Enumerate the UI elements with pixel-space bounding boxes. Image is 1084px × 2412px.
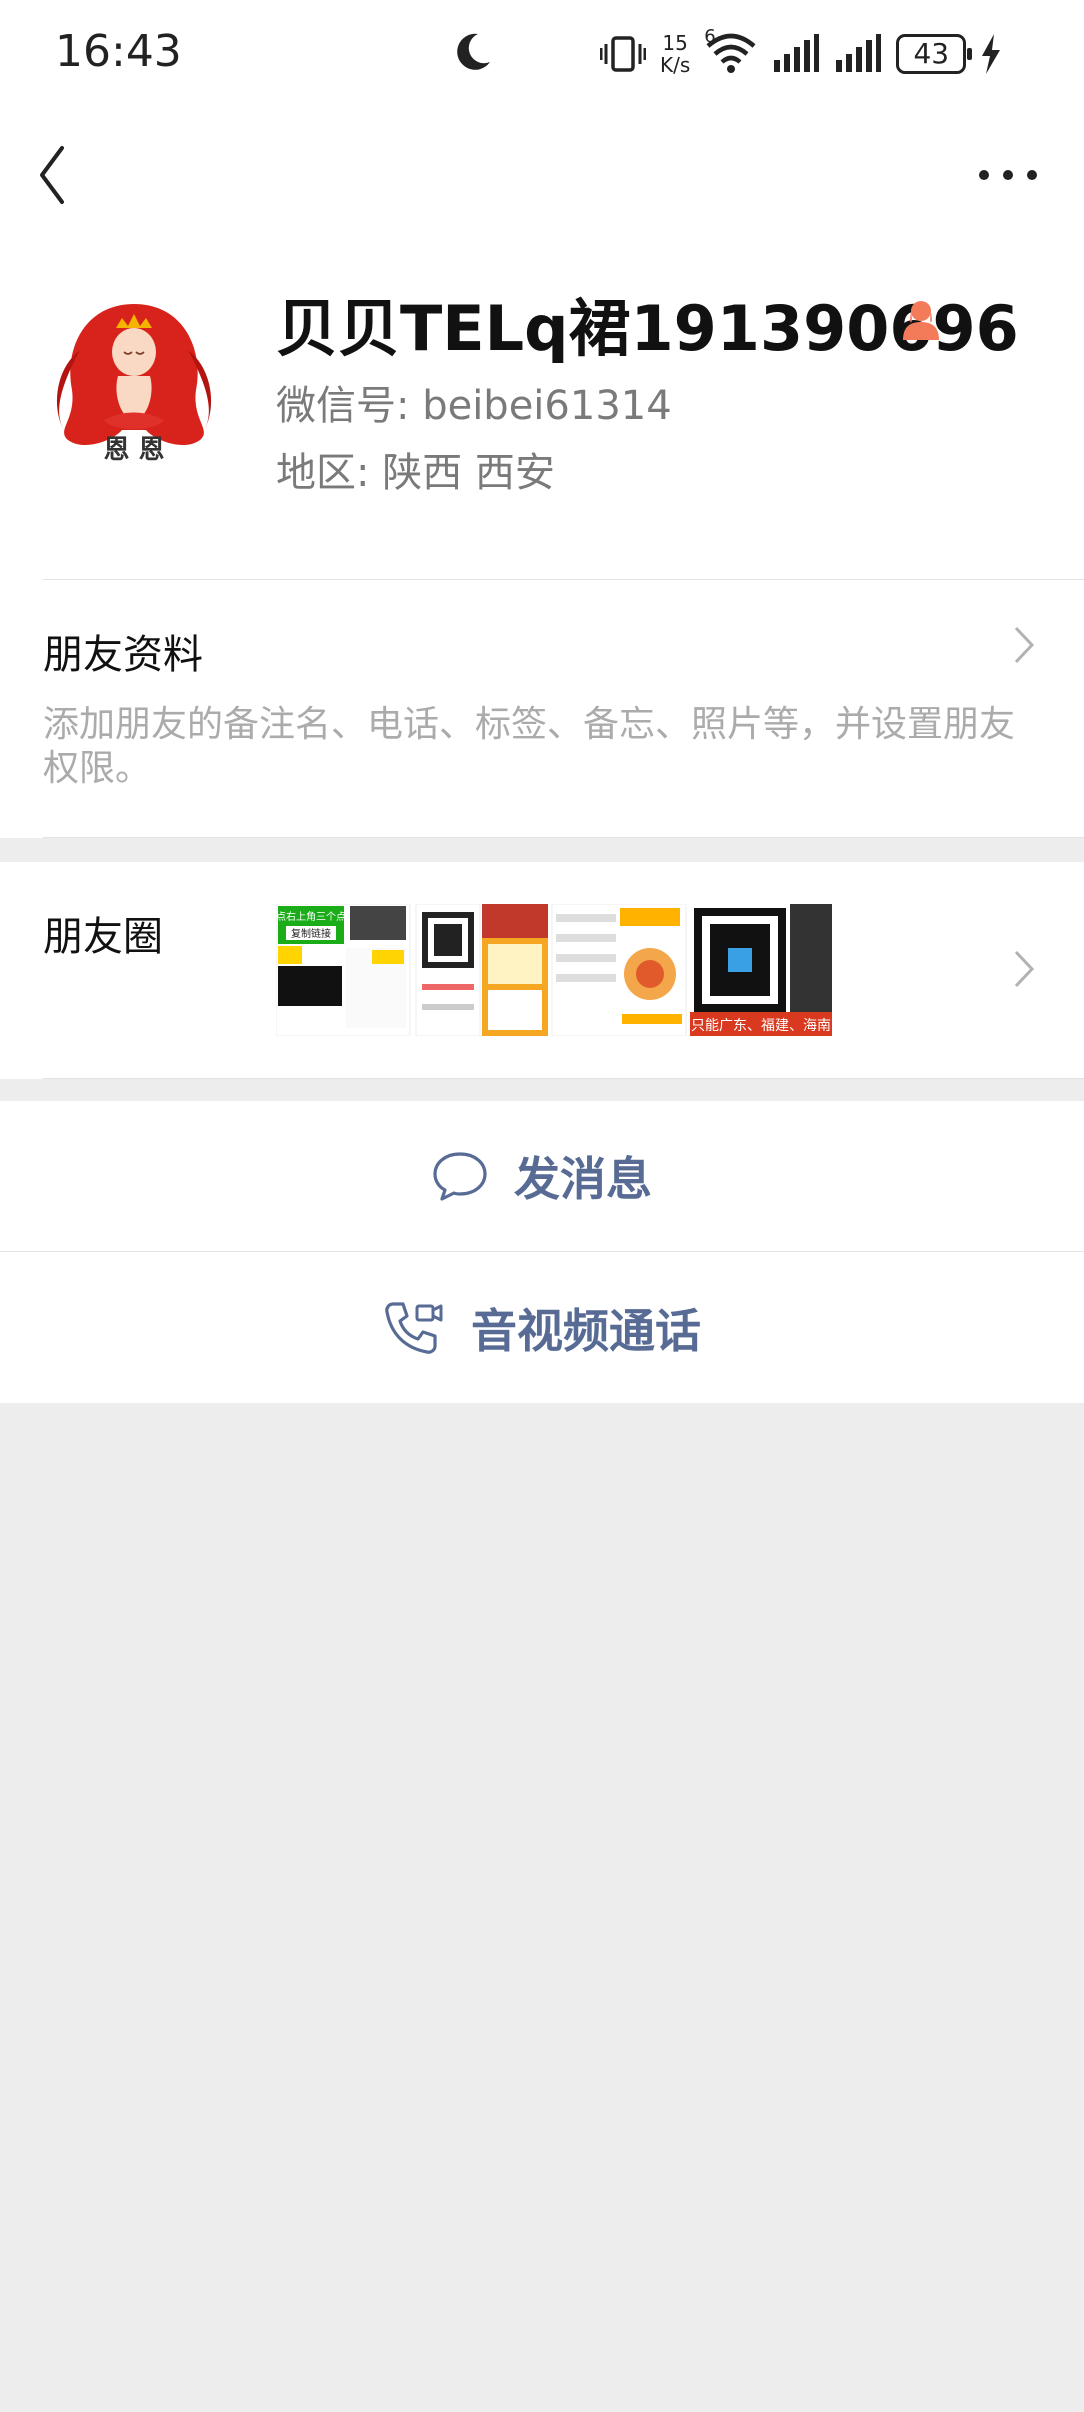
- moments-title: 朋友圈: [43, 914, 163, 960]
- svg-text:恩 恩: 恩 恩: [103, 435, 164, 465]
- vibrate-icon: [600, 36, 646, 72]
- more-icon[interactable]: [970, 150, 1050, 200]
- send-message-content: 发消息: [0, 1101, 1084, 1251]
- divider: [43, 837, 1084, 838]
- signal-icon: [774, 34, 820, 72]
- moments-thumb-caption: 只能广东、福建、海南: [691, 1018, 831, 1034]
- friend-info-title: 朋友资料: [43, 632, 203, 678]
- charging-icon: [982, 34, 1001, 74]
- send-message-button[interactable]: 发消息: [0, 1101, 1084, 1251]
- status-bar: 16:43 15 K/s 6 43: [0, 0, 1084, 105]
- divider: [43, 1078, 1084, 1079]
- chevron-right-icon: [1014, 950, 1035, 988]
- avatar[interactable]: 恩 恩: [44, 290, 224, 470]
- moments-thumbnail: [482, 904, 548, 1036]
- video-call-button[interactable]: 音视频通话: [0, 1252, 1084, 1403]
- back-icon[interactable]: [30, 140, 90, 210]
- net-speed: 15 K/s: [660, 32, 690, 76]
- friend-info-row[interactable]: 朋友资料 添加朋友的备注名、电话、标签、备忘、照片等，并设置朋友权限。: [0, 580, 1084, 838]
- moments-thumbnail: [551, 904, 687, 1036]
- phone-video-icon: [385, 1301, 443, 1354]
- net-speed-value: 15: [662, 31, 688, 55]
- net-speed-unit: K/s: [660, 53, 691, 77]
- video-call-content: 音视频通话: [0, 1252, 1084, 1403]
- female-icon: [903, 301, 939, 340]
- battery-icon: 43: [896, 34, 973, 74]
- wechat-id[interactable]: 微信号: beibei61314: [276, 373, 672, 431]
- region: 地区: 陕西 西安: [276, 450, 555, 496]
- moments-row[interactable]: 朋友圈 点右上角三个点 复制链接 只能广东、福建、海南: [0, 862, 1084, 1079]
- status-time: 16:43: [55, 26, 182, 77]
- moments-thumbnails: 点右上角三个点 复制链接 只能广东、福建、海南: [276, 904, 832, 1036]
- wifi-indicator: 6: [704, 26, 758, 76]
- signal-icon: [836, 34, 882, 72]
- friend-info-description: 添加朋友的备注名、电话、标签、备忘、照片等，并设置朋友权限。: [43, 704, 1016, 789]
- video-call-label: 音视频通话: [471, 1303, 701, 1358]
- status-icons: 15 K/s 6 43: [600, 24, 1002, 84]
- moments-thumb-text-line2: 复制链接: [291, 927, 331, 940]
- nav-bar: [0, 105, 1084, 240]
- chat-bubble-icon: [433, 1152, 487, 1201]
- profile-header: 恩 恩 贝贝TELq裙191390696 微信号: beibei61314 地区…: [0, 240, 1084, 580]
- moments-thumbnail: 只能广东、福建、海南: [690, 904, 832, 1036]
- moments-thumb-text-line1: 点右上角三个点: [276, 910, 346, 923]
- chevron-right-icon: [1014, 626, 1035, 664]
- moments-thumbnail: [415, 904, 481, 1036]
- moments-thumbnail: 点右上角三个点 复制链接: [276, 904, 411, 1036]
- moon-icon: [457, 33, 490, 70]
- send-message-label: 发消息: [514, 1152, 652, 1206]
- wifi-badge: 6: [704, 26, 716, 47]
